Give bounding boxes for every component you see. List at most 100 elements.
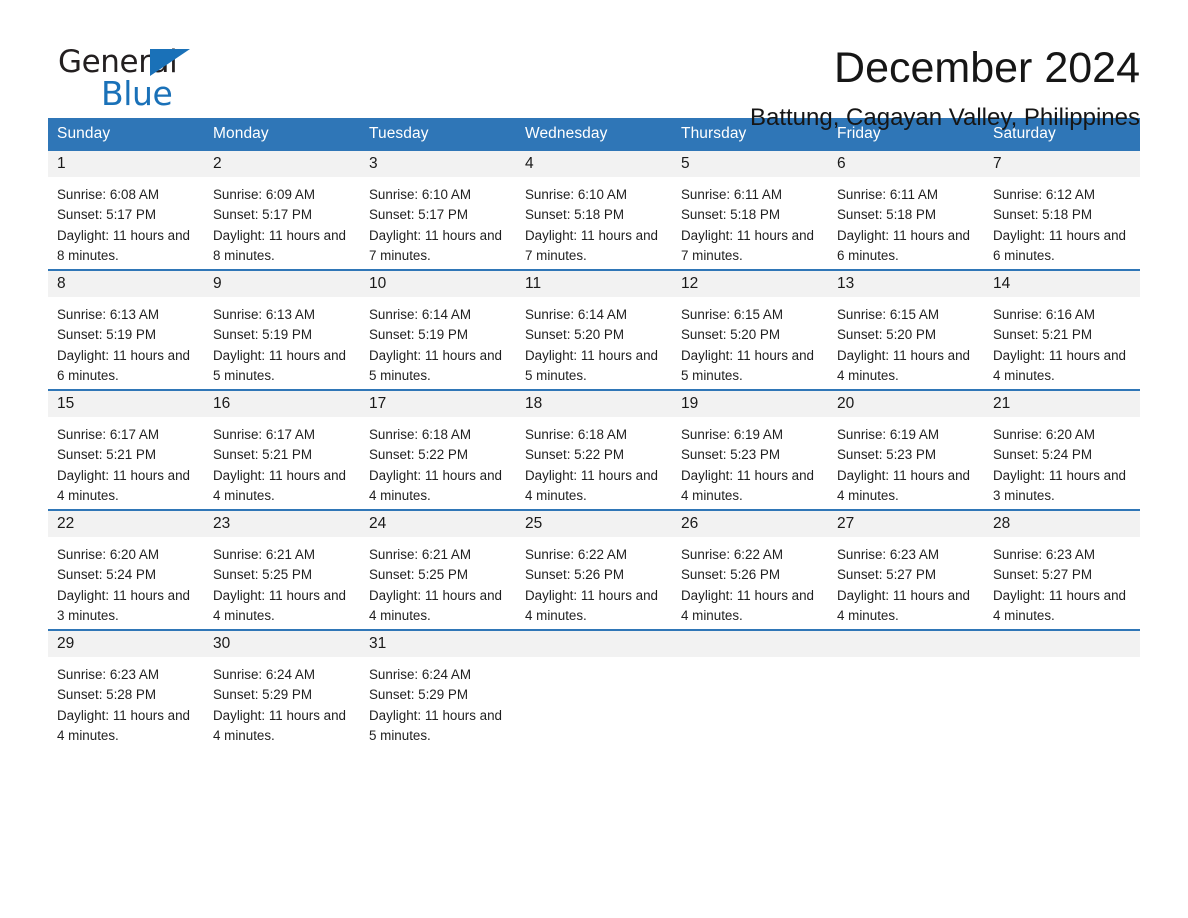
day-number: 18 [525,395,543,412]
day-cell-empty [984,629,1140,749]
day-details: Sunrise: 6:15 AM Sunset: 5:20 PM Dayligh… [837,307,970,383]
day-cell[interactable]: 11 Sunrise: 6:14 AM Sunset: 5:20 PM Dayli… [516,269,672,390]
day-details: Sunrise: 6:11 AM Sunset: 5:18 PM Dayligh… [681,187,814,263]
day-details: Sunrise: 6:22 AM Sunset: 5:26 PM Dayligh… [681,547,814,623]
day-cell[interactable]: 8 Sunrise: 6:13 AM Sunset: 5:19 PM Daylig… [48,269,204,390]
day-number: 29 [57,635,75,652]
day-details: Sunrise: 6:09 AM Sunset: 5:17 PM Dayligh… [213,187,346,263]
day-details: Sunrise: 6:14 AM Sunset: 5:20 PM Dayligh… [525,307,658,383]
day-cell[interactable]: 4 Sunrise: 6:10 AM Sunset: 5:18 PM Daylig… [516,151,672,270]
day-number: 25 [525,515,543,532]
day-number: 7 [993,155,1002,172]
day-cell[interactable]: 16 Sunrise: 6:17 AM Sunset: 5:21 PM Dayli… [204,389,360,510]
day-number: 19 [681,395,699,412]
day-cell[interactable]: 28 Sunrise: 6:23 AM Sunset: 5:27 PM Dayli… [984,509,1140,630]
day-number: 11 [525,275,542,292]
day-cell-empty [672,629,828,749]
day-details: Sunrise: 6:18 AM Sunset: 5:22 PM Dayligh… [525,427,658,503]
day-details: Sunrise: 6:24 AM Sunset: 5:29 PM Dayligh… [213,667,346,743]
day-number: 3 [369,155,378,172]
day-cell[interactable]: 9 Sunrise: 6:13 AM Sunset: 5:19 PM Daylig… [204,269,360,390]
day-details: Sunrise: 6:10 AM Sunset: 5:17 PM Dayligh… [369,187,502,263]
day-number: 31 [369,635,387,652]
page-header: General Blue December 2024 Battung, Caga… [48,0,1140,131]
logo-triangle-icon [150,49,190,76]
day-details: Sunrise: 6:18 AM Sunset: 5:22 PM Dayligh… [369,427,502,503]
day-cell[interactable]: 23 Sunrise: 6:21 AM Sunset: 5:25 PM Dayli… [204,509,360,630]
day-number: 5 [681,155,690,172]
day-cell[interactable]: 24 Sunrise: 6:21 AM Sunset: 5:25 PM Dayli… [360,509,516,630]
day-details: Sunrise: 6:11 AM Sunset: 5:18 PM Dayligh… [837,187,970,263]
weekday-header-monday: Monday [204,118,360,151]
day-number: 28 [993,515,1011,532]
day-number: 23 [213,515,231,532]
weekday-header-sunday: Sunday [48,118,204,151]
day-cell[interactable]: 14 Sunrise: 6:16 AM Sunset: 5:21 PM Dayli… [984,269,1140,390]
day-cell[interactable]: 18 Sunrise: 6:18 AM Sunset: 5:22 PM Dayli… [516,389,672,510]
day-cell[interactable]: 10 Sunrise: 6:14 AM Sunset: 5:19 PM Dayli… [360,269,516,390]
day-number: 27 [837,515,855,532]
day-details: Sunrise: 6:22 AM Sunset: 5:26 PM Dayligh… [525,547,658,623]
day-details: Sunrise: 6:16 AM Sunset: 5:21 PM Dayligh… [993,307,1126,383]
day-cell[interactable]: 20 Sunrise: 6:19 AM Sunset: 5:23 PM Dayli… [828,389,984,510]
day-number: 22 [57,515,75,532]
week-row: 29 Sunrise: 6:23 AM Sunset: 5:28 PM Dayli… [48,629,1140,749]
day-cell[interactable]: 29 Sunrise: 6:23 AM Sunset: 5:28 PM Dayli… [48,629,204,749]
day-number: 2 [213,155,222,172]
day-number: 16 [213,395,231,412]
day-cell[interactable]: 30 Sunrise: 6:24 AM Sunset: 5:29 PM Dayli… [204,629,360,749]
day-number: 4 [525,155,534,172]
day-cell[interactable]: 21 Sunrise: 6:20 AM Sunset: 5:24 PM Dayli… [984,389,1140,510]
day-number: 1 [57,155,66,172]
day-number: 10 [369,275,387,292]
weekday-header-tuesday: Tuesday [360,118,516,151]
day-details: Sunrise: 6:21 AM Sunset: 5:25 PM Dayligh… [213,547,346,623]
day-number: 15 [57,395,75,412]
week-row: 15 Sunrise: 6:17 AM Sunset: 5:21 PM Dayli… [48,389,1140,510]
day-details: Sunrise: 6:20 AM Sunset: 5:24 PM Dayligh… [57,547,190,623]
day-number: 14 [993,275,1011,292]
day-number: 24 [369,515,387,532]
day-cell[interactable]: 12 Sunrise: 6:15 AM Sunset: 5:20 PM Dayli… [672,269,828,390]
day-cell[interactable]: 2 Sunrise: 6:09 AM Sunset: 5:17 PM Daylig… [204,151,360,270]
weekday-header-wednesday: Wednesday [516,118,672,151]
day-cell[interactable]: 31 Sunrise: 6:24 AM Sunset: 5:29 PM Dayli… [360,629,516,749]
day-details: Sunrise: 6:23 AM Sunset: 5:27 PM Dayligh… [837,547,970,623]
day-number: 6 [837,155,846,172]
day-details: Sunrise: 6:10 AM Sunset: 5:18 PM Dayligh… [525,187,658,263]
day-cell[interactable]: 5 Sunrise: 6:11 AM Sunset: 5:18 PM Daylig… [672,151,828,270]
logo-text-blue: Blue [101,74,173,113]
day-cell[interactable]: 7 Sunrise: 6:12 AM Sunset: 5:18 PM Daylig… [984,151,1140,270]
generalblue-logo: General Blue [48,44,208,114]
day-number: 9 [213,275,222,292]
day-details: Sunrise: 6:13 AM Sunset: 5:19 PM Dayligh… [57,307,190,383]
day-cell-empty [828,629,984,749]
day-cell[interactable]: 26 Sunrise: 6:22 AM Sunset: 5:26 PM Dayli… [672,509,828,630]
day-details: Sunrise: 6:21 AM Sunset: 5:25 PM Dayligh… [369,547,502,623]
day-cell[interactable]: 25 Sunrise: 6:22 AM Sunset: 5:26 PM Dayli… [516,509,672,630]
day-details [516,657,672,665]
day-cell[interactable]: 3 Sunrise: 6:10 AM Sunset: 5:17 PM Daylig… [360,151,516,270]
day-cell-empty [516,629,672,749]
day-number: 21 [993,395,1011,412]
day-details: Sunrise: 6:24 AM Sunset: 5:29 PM Dayligh… [369,667,502,743]
week-row: 1 Sunrise: 6:08 AM Sunset: 5:17 PM Daylig… [48,151,1140,270]
day-cell[interactable]: 13 Sunrise: 6:15 AM Sunset: 5:20 PM Dayli… [828,269,984,390]
calendar-page: General Blue December 2024 Battung, Caga… [0,0,1188,918]
day-cell[interactable]: 1 Sunrise: 6:08 AM Sunset: 5:17 PM Daylig… [48,151,204,270]
day-cell[interactable]: 15 Sunrise: 6:17 AM Sunset: 5:21 PM Dayli… [48,389,204,510]
day-cell[interactable]: 17 Sunrise: 6:18 AM Sunset: 5:22 PM Dayli… [360,389,516,510]
title-block: December 2024 Battung, Cagayan Valley, P… [750,44,1140,132]
day-details: Sunrise: 6:12 AM Sunset: 5:18 PM Dayligh… [993,187,1126,263]
day-cell[interactable]: 27 Sunrise: 6:23 AM Sunset: 5:27 PM Dayli… [828,509,984,630]
day-number: 12 [681,275,699,292]
day-details: Sunrise: 6:23 AM Sunset: 5:28 PM Dayligh… [57,667,190,743]
week-row: 8 Sunrise: 6:13 AM Sunset: 5:19 PM Daylig… [48,269,1140,390]
day-cell[interactable]: 22 Sunrise: 6:20 AM Sunset: 5:24 PM Dayli… [48,509,204,630]
day-cell[interactable]: 6 Sunrise: 6:11 AM Sunset: 5:18 PM Daylig… [828,151,984,270]
day-details [672,657,828,665]
week-row: 22 Sunrise: 6:20 AM Sunset: 5:24 PM Dayli… [48,509,1140,630]
day-cell[interactable]: 19 Sunrise: 6:19 AM Sunset: 5:23 PM Dayli… [672,389,828,510]
day-details: Sunrise: 6:17 AM Sunset: 5:21 PM Dayligh… [213,427,346,503]
day-details: Sunrise: 6:15 AM Sunset: 5:20 PM Dayligh… [681,307,814,383]
